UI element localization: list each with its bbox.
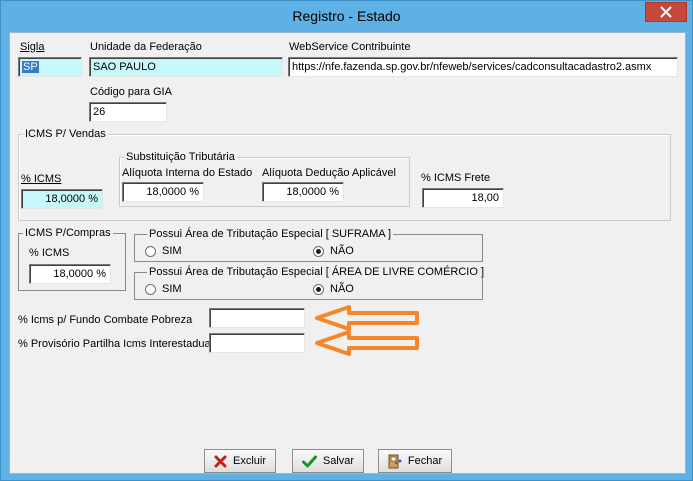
sigla-label: Sigla bbox=[20, 41, 45, 53]
salvar-button[interactable]: Salvar bbox=[292, 449, 364, 473]
fundo-pobreza-input[interactable] bbox=[209, 308, 305, 328]
excluir-label: Excluir bbox=[232, 455, 266, 467]
livre-comercio-nao-label: NÃO bbox=[330, 283, 354, 295]
suframa-sim-label: SIM bbox=[162, 245, 182, 257]
radio-circle-selected bbox=[313, 283, 324, 295]
icms-compras-group: ICMS P/Compras % ICMS 18,0000 % bbox=[18, 227, 126, 291]
fechar-label: Fechar bbox=[407, 455, 443, 467]
substituicao-group: Substituição Tributária Alíquota Interna… bbox=[119, 151, 410, 207]
orange-arrow-icon bbox=[315, 305, 419, 331]
excluir-button[interactable]: Excluir bbox=[204, 449, 276, 473]
livre-comercio-legend: Possui Área de Tributação Especial [ ÁRE… bbox=[147, 266, 487, 278]
form-client-area: Sigla SP Unidade da Federação SAO PAULO … bbox=[9, 32, 686, 474]
title-bar[interactable]: Registro - Estado bbox=[1, 1, 692, 31]
icms-compras-pct-input[interactable]: 18,0000 % bbox=[29, 264, 111, 284]
close-button[interactable] bbox=[645, 2, 687, 22]
icms-frete-input[interactable]: 18,00 bbox=[422, 188, 504, 208]
icms-vendas-legend: ICMS P/ Vendas bbox=[23, 128, 108, 140]
livre-comercio-group: Possui Área de Tributação Especial [ ÁRE… bbox=[134, 266, 487, 300]
partilha-input[interactable] bbox=[209, 333, 305, 353]
aliquota-deducao-label: Alíquota Dedução Aplicável bbox=[262, 167, 396, 179]
uf-input[interactable]: SAO PAULO bbox=[89, 57, 283, 77]
suframa-legend: Possui Área de Tributação Especial [ SUF… bbox=[147, 228, 394, 240]
icms-frete-label: % ICMS Frete bbox=[421, 172, 491, 184]
webservice-label: WebService Contribuinte bbox=[289, 41, 411, 53]
codigo-gia-label: Código para GIA bbox=[90, 86, 172, 98]
livre-comercio-sim-radio[interactable]: SIM bbox=[145, 283, 182, 295]
aliquota-interna-input[interactable]: 18,0000 % bbox=[122, 182, 204, 202]
codigo-gia-input[interactable]: 26 bbox=[89, 102, 167, 122]
icms-compras-pct-label: % ICMS bbox=[29, 247, 70, 259]
close-icon bbox=[660, 6, 672, 18]
registro-estado-window: Registro - Estado Sigla SP Unidade da Fe… bbox=[0, 0, 693, 481]
sigla-input[interactable]: SP bbox=[18, 57, 82, 77]
check-icon bbox=[301, 455, 317, 468]
suframa-sim-radio[interactable]: SIM bbox=[145, 245, 182, 257]
radio-circle-selected bbox=[313, 245, 324, 257]
icms-vendas-pct-label: % ICMS bbox=[21, 173, 62, 185]
webservice-input[interactable]: https://nfe.fazenda.sp.gov.br/nfeweb/ser… bbox=[288, 57, 678, 77]
fechar-button[interactable]: Fechar bbox=[378, 449, 452, 473]
delete-x-icon bbox=[214, 455, 227, 468]
icms-vendas-pct-input[interactable]: 18,0000 % bbox=[21, 189, 103, 209]
aliquota-interna-label: Alíquota Interna do Estado bbox=[122, 167, 253, 179]
orange-arrow-icon bbox=[315, 330, 419, 356]
livre-comercio-sim-label: SIM bbox=[162, 283, 182, 295]
partilha-label: % Provisório Partilha Icms Interestadual bbox=[18, 338, 214, 350]
uf-label: Unidade da Federação bbox=[90, 41, 202, 53]
substituicao-legend: Substituição Tributária bbox=[124, 151, 237, 163]
radio-circle bbox=[145, 283, 156, 295]
livre-comercio-nao-radio[interactable]: NÃO bbox=[313, 283, 354, 295]
radio-circle bbox=[145, 245, 156, 257]
icms-compras-legend: ICMS P/Compras bbox=[23, 227, 113, 239]
suframa-group: Possui Área de Tributação Especial [ SUF… bbox=[134, 228, 483, 262]
suframa-nao-radio[interactable]: NÃO bbox=[313, 245, 354, 257]
fundo-pobreza-label: % Icms p/ Fundo Combate Pobreza bbox=[18, 314, 193, 326]
suframa-nao-label: NÃO bbox=[330, 245, 354, 257]
door-exit-icon bbox=[388, 454, 402, 469]
salvar-label: Salvar bbox=[322, 455, 355, 467]
icms-vendas-group: ICMS P/ Vendas % ICMS 18,0000 % Substitu… bbox=[18, 128, 671, 221]
aliquota-deducao-input[interactable]: 18,0000 % bbox=[262, 182, 344, 202]
window-title: Registro - Estado bbox=[292, 8, 401, 24]
